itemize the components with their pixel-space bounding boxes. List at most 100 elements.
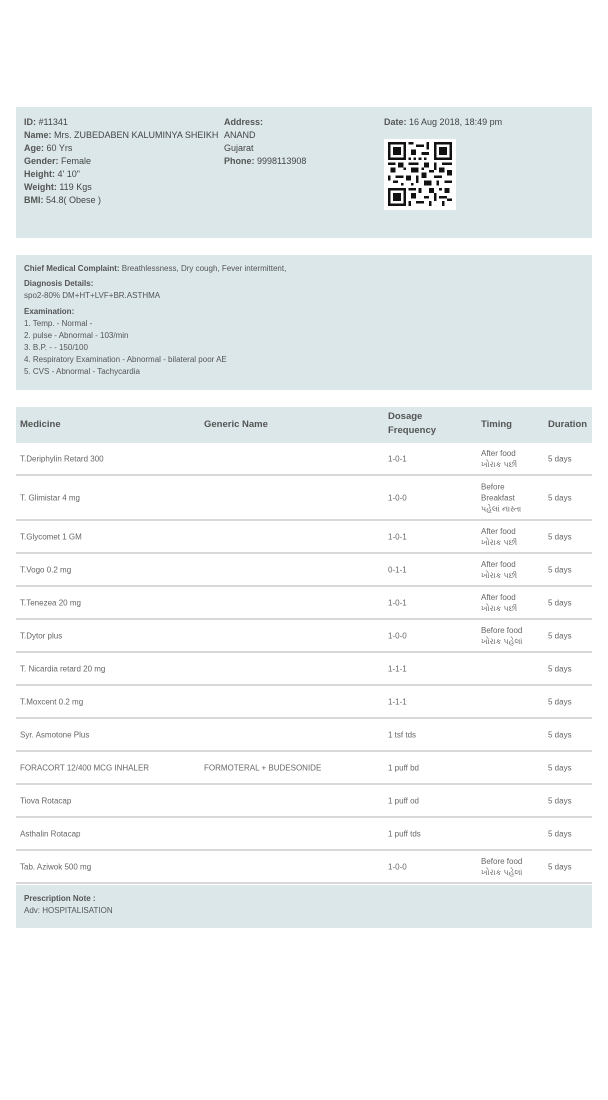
table-row: T.Moxcent 0.2 mg 1-1-1 5 days [16, 686, 592, 719]
patient-phone: Phone: 9998113908 [224, 156, 307, 166]
dosage-frequency: 1-0-0 [388, 631, 407, 640]
patient-name: Name: Mrs. ZUBEDABEN KALUMINYA SHEIKH [24, 130, 219, 140]
table-row: T.Deriphylin Retard 300 1-0-1 5 days After … [16, 443, 592, 476]
table-row: Tiova Rotacap 1 puff od 5 days [16, 785, 592, 818]
timing: After food ખોરાક પછી [481, 448, 517, 470]
timing-line: ખોરાક પછી [481, 459, 518, 469]
table-row: T.Glycomet 1 GM 1-0-1 5 days After food ખોરા… [16, 521, 592, 554]
dosage-frequency: 1-0-1 [388, 454, 407, 463]
exam-item: 1. Temp. - Normal - [24, 319, 93, 328]
duration: 5 days [548, 664, 572, 673]
dosage-frequency: 1 tsf tds [388, 730, 417, 739]
patient-weight: Weight: 119 Kgs [24, 182, 92, 192]
dosage-frequency: 1-0-0 [388, 862, 407, 871]
duration: 5 days [548, 532, 572, 541]
patient-address: Address: ANAND Gujarat Phone: 9998113908 [224, 116, 306, 168]
timing-line: પહેલાં નાસ્તા [481, 504, 522, 513]
table-row: FORACORT 12/400 MCG INHALER FORMOTERAL + … [16, 752, 592, 785]
table-row: T.Tenezea 20 mg 1-0-1 5 days After food ખોરા… [16, 587, 592, 620]
prescription-note-panel: Prescription Note : Adv: HOSPITALISATION [16, 885, 592, 928]
timing: After food ખોરાક પછી [481, 559, 517, 581]
medicine-name: T.Deriphylin Retard 300 [20, 454, 104, 463]
duration: 5 days [548, 829, 572, 838]
duration: 5 days [548, 862, 572, 871]
chief-complaint: Chief Medical Complaint: Breathlessness,… [24, 264, 287, 273]
examination-label: Examination: [24, 307, 75, 316]
dosage-frequency: 1-0-1 [388, 532, 407, 541]
patient-info-panel: ID: #11341 Name: Mrs. ZUBEDABEN KALUMINY… [16, 107, 592, 238]
medicine-name: Tab. Aziwok 500 mg [20, 862, 92, 871]
medicine-name: T. Glimistar 4 mg [20, 493, 81, 502]
address-line-2: Gujarat [224, 143, 254, 153]
timing-line: ખોરાક પછી [481, 537, 518, 547]
dosage-frequency: 1 puff bd [388, 763, 419, 772]
timing: Before Breakfast પહેલાં નાસ્તા [481, 481, 521, 514]
timing: After food ખોરાક પછી [481, 526, 517, 548]
medicine-name: T.Moxcent 0.2 mg [20, 697, 84, 706]
timing-line: ખોરાક પછી [481, 603, 518, 613]
header-timing: Timing [481, 419, 512, 430]
timing-line: ખોરાક પહેલાં [481, 636, 523, 646]
timing: Before food ખોરાક પહેલાં [481, 625, 522, 647]
timing-line: Before [481, 482, 505, 491]
qr-code [384, 139, 456, 210]
clinical-info-panel: Chief Medical Complaint: Breathlessness,… [16, 255, 592, 390]
prescription-date: Date: 16 Aug 2018, 18:49 pm [384, 117, 503, 127]
timing-line: After food [481, 559, 516, 569]
medicine-name: Asthalin Rotacap [20, 829, 81, 838]
note-title: Prescription Note : [24, 894, 96, 903]
table-row: Asthalin Rotacap 1 puff tds 5 days [16, 818, 592, 851]
medicine-table-header: Medicine Generic Name Dosage Frequency T… [16, 407, 592, 443]
duration: 5 days [548, 454, 572, 463]
table-row: Syr. Asmotone Plus 1 tsf tds 5 days [16, 719, 592, 752]
header-medicine: Medicine [20, 419, 61, 430]
patient-bmi: BMI: 54.8( Obese ) [24, 195, 102, 205]
timing-line: ખોરાક પહેલાં [481, 867, 523, 877]
examination-list: 1. Temp. - Normal - 2. pulse - Abnormal … [24, 318, 227, 378]
dosage-frequency: 1 puff tds [388, 829, 421, 838]
duration: 5 days [548, 730, 572, 739]
timing-line: ખોરાક પછી [481, 570, 518, 580]
diagnosis-label: Diagnosis Details: [24, 279, 94, 288]
duration: 5 days [548, 598, 572, 607]
dosage-frequency: 1-1-1 [388, 697, 407, 706]
table-row: T. Nicardia retard 20 mg 1-1-1 5 days [16, 653, 592, 686]
medicine-name: FORACORT 12/400 MCG INHALER [20, 763, 150, 772]
medicine-name: T.Tenezea 20 mg [20, 598, 81, 607]
duration: 5 days [548, 796, 572, 805]
duration: 5 days [548, 493, 572, 502]
medicine-name: T.Dytor plus [20, 631, 63, 640]
dosage-frequency: 0-1-1 [388, 565, 407, 574]
dosage-frequency: 1 puff od [388, 796, 419, 805]
table-row: T. Glimistar 4 mg 1-0-0 5 days Before Breakf… [16, 476, 592, 521]
address-label: Address: [224, 117, 264, 127]
patient-id: ID: #11341 [24, 117, 68, 127]
medicine-name: T.Glycomet 1 GM [20, 532, 82, 541]
header-dosage-frequency: Dosage Frequency [388, 411, 437, 436]
patient-height: Height: 4' 10" [24, 169, 80, 179]
timing-line: After food [481, 592, 516, 602]
timing-line: Before food [481, 625, 523, 635]
dosage-frequency: 1-0-0 [388, 493, 407, 502]
timing-line: After food [481, 526, 516, 536]
duration: 5 days [548, 631, 572, 640]
table-row: T.Dytor plus 1-0-0 5 days Before food ખોરાક … [16, 620, 592, 653]
timing: Before food ખોરાક પહેલાં [481, 856, 522, 878]
timing-line: Breakfast [481, 493, 515, 502]
medicine-name: T.Vogo 0.2 mg [20, 565, 72, 574]
patient-details: ID: #11341 Name: Mrs. ZUBEDABEN KALUMINY… [24, 116, 218, 207]
patient-gender: Gender: Female [24, 156, 92, 166]
duration: 5 days [548, 565, 572, 574]
table-row: T.Vogo 0.2 mg 0-1-1 5 days After food ખોરાક … [16, 554, 592, 587]
generic-name: FORMOTERAL + BUDESONIDE [204, 763, 322, 772]
medicine-name: T. Nicardia retard 20 mg [20, 664, 106, 673]
exam-item: 5. CVS - Abnormal - Tachycardia [24, 367, 140, 376]
medicine-name: Tiova Rotacap [20, 796, 72, 805]
dosage-frequency: 1-0-1 [388, 598, 407, 607]
note-text: Adv: HOSPITALISATION [24, 906, 113, 915]
duration: 5 days [548, 763, 572, 772]
duration: 5 days [548, 697, 572, 706]
header-duration: Duration [548, 419, 588, 430]
header-generic-name: Generic Name [204, 419, 268, 430]
dosage-frequency: 1-1-1 [388, 664, 407, 673]
